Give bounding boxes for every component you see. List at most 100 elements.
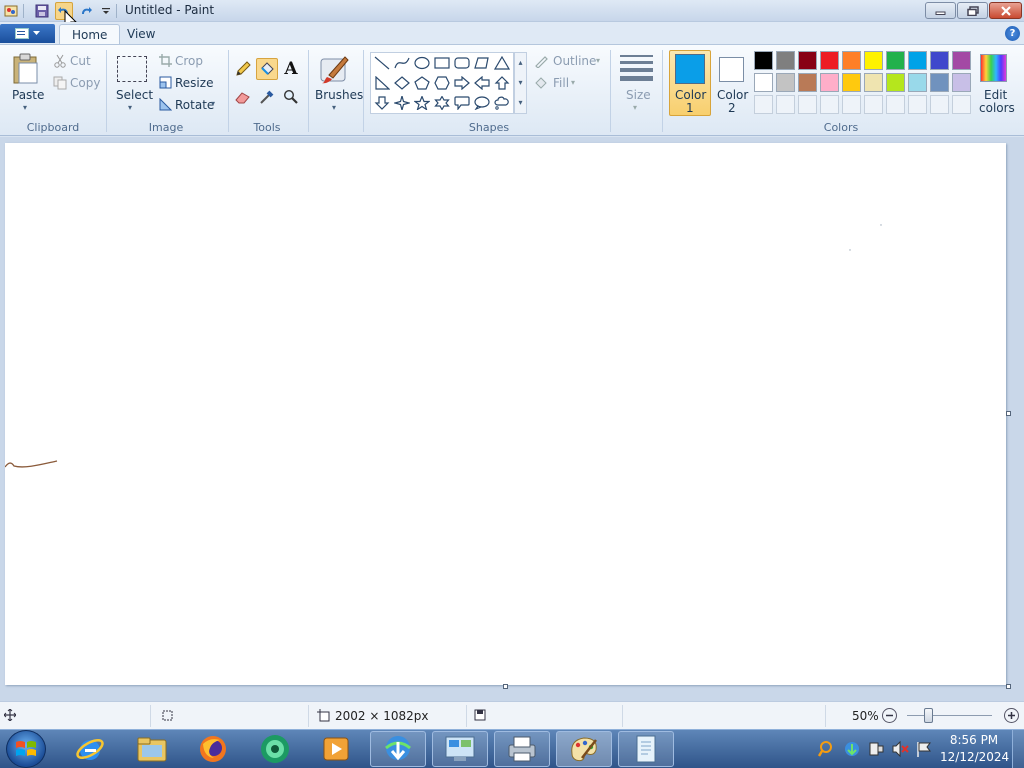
- cloud-callout-shape-icon[interactable]: [493, 95, 511, 111]
- palette-swatch[interactable]: [820, 51, 839, 70]
- six-point-star-shape-icon[interactable]: [433, 95, 451, 111]
- resize-button[interactable]: Resize: [175, 76, 213, 90]
- palette-swatch[interactable]: [864, 51, 883, 70]
- palette-swatch[interactable]: [952, 51, 971, 70]
- edit-colors-label[interactable]: Edit: [984, 88, 1007, 102]
- edit-colors-label-2[interactable]: colors: [979, 101, 1015, 115]
- color1-swatch[interactable]: [675, 54, 705, 84]
- line-shape-icon[interactable]: [373, 55, 391, 71]
- edit-colors-icon[interactable]: [980, 54, 1007, 82]
- help-icon[interactable]: ?: [1005, 26, 1020, 41]
- paint-menu-button[interactable]: [0, 24, 55, 43]
- palette-swatch[interactable]: [842, 73, 861, 92]
- fill-bucket-icon[interactable]: [256, 58, 278, 80]
- custom-color-slot[interactable]: [842, 95, 861, 114]
- clock-time[interactable]: 8:56 PM: [940, 733, 1008, 747]
- custom-color-slot[interactable]: [776, 95, 795, 114]
- shapes-gallery-scroller[interactable]: ▴ ▾ ▾: [514, 52, 527, 114]
- palette-swatch[interactable]: [952, 73, 971, 92]
- canvas-resize-handle-bottom[interactable]: [503, 684, 508, 689]
- palette-swatch[interactable]: [930, 51, 949, 70]
- taskbar-paint[interactable]: [556, 731, 612, 767]
- palette-swatch[interactable]: [798, 73, 817, 92]
- palette-swatch[interactable]: [886, 51, 905, 70]
- custom-color-slot[interactable]: [820, 95, 839, 114]
- paste-dropdown-arrow-icon[interactable]: ▾: [23, 103, 27, 112]
- redo-icon[interactable]: [77, 2, 95, 20]
- taskbar-control-panel[interactable]: [432, 731, 488, 767]
- tray-power-icon[interactable]: [867, 740, 885, 761]
- taskbar-media-center[interactable]: [247, 731, 303, 767]
- palette-swatch[interactable]: [798, 51, 817, 70]
- customize-quick-access-icon[interactable]: [97, 2, 115, 20]
- rounded-rectangle-shape-icon[interactable]: [453, 55, 471, 71]
- show-desktop-button[interactable]: [1012, 730, 1024, 768]
- pencil-icon[interactable]: [233, 59, 253, 79]
- palette-swatch[interactable]: [820, 73, 839, 92]
- palette-swatch[interactable]: [864, 73, 883, 92]
- canvas-resize-handle-corner[interactable]: [1006, 684, 1011, 689]
- crop-button[interactable]: Crop: [175, 54, 203, 68]
- paste-button-label[interactable]: Paste: [12, 88, 44, 102]
- palette-swatch[interactable]: [886, 73, 905, 92]
- zoom-in-button[interactable]: [1004, 708, 1019, 723]
- right-arrow-shape-icon[interactable]: [453, 75, 471, 91]
- zoom-out-button[interactable]: [882, 708, 897, 723]
- zoom-slider-track[interactable]: [907, 715, 992, 716]
- tray-volume-muted-icon[interactable]: [891, 740, 909, 761]
- palette-swatch[interactable]: [776, 51, 795, 70]
- curve-shape-icon[interactable]: [393, 55, 411, 71]
- size-dropdown-arrow-icon[interactable]: ▾: [633, 103, 637, 112]
- palette-swatch[interactable]: [908, 73, 927, 92]
- eraser-icon[interactable]: [233, 87, 253, 107]
- select-icon[interactable]: [117, 56, 147, 82]
- taskbar-idm[interactable]: [370, 731, 426, 767]
- rounded-callout-shape-icon[interactable]: [453, 95, 471, 111]
- outline-dropdown-arrow-icon[interactable]: ▾: [596, 56, 600, 65]
- brush-icon[interactable]: [318, 52, 352, 86]
- save-icon[interactable]: [33, 2, 51, 20]
- cut-button[interactable]: Cut: [70, 54, 91, 68]
- palette-swatch[interactable]: [776, 73, 795, 92]
- clock-date[interactable]: 12/12/2024: [940, 750, 1009, 764]
- start-button[interactable]: [6, 730, 46, 768]
- custom-color-slot[interactable]: [908, 95, 927, 114]
- oval-shape-icon[interactable]: [413, 55, 431, 71]
- palette-swatch[interactable]: [754, 51, 773, 70]
- minimize-button[interactable]: [925, 2, 956, 19]
- rotate-dropdown-arrow-icon[interactable]: ▾: [211, 99, 215, 108]
- drawing-canvas[interactable]: [5, 143, 1006, 685]
- palette-swatch[interactable]: [908, 51, 927, 70]
- down-arrow-shape-icon[interactable]: [373, 95, 391, 111]
- paste-icon[interactable]: [10, 52, 42, 86]
- brushes-dropdown-arrow-icon[interactable]: ▾: [332, 103, 336, 112]
- magnifier-icon[interactable]: [281, 87, 301, 107]
- canvas-resize-handle-right[interactable]: [1006, 411, 1011, 416]
- fill-dropdown-arrow-icon[interactable]: ▾: [571, 78, 575, 87]
- custom-color-slot[interactable]: [952, 95, 971, 114]
- color2-swatch[interactable]: [719, 57, 744, 82]
- taskbar-internet-explorer[interactable]: [62, 731, 118, 767]
- five-point-star-shape-icon[interactable]: [413, 95, 431, 111]
- close-button[interactable]: [989, 2, 1022, 19]
- palette-swatch[interactable]: [930, 73, 949, 92]
- oval-callout-shape-icon[interactable]: [473, 95, 491, 111]
- taskbar-explorer[interactable]: [124, 731, 180, 767]
- polygon-shape-icon[interactable]: [473, 55, 491, 71]
- palette-swatch[interactable]: [842, 51, 861, 70]
- tab-home[interactable]: Home: [59, 24, 121, 44]
- text-tool-icon[interactable]: A: [281, 59, 301, 79]
- pentagon-shape-icon[interactable]: [413, 75, 431, 91]
- custom-color-slot[interactable]: [886, 95, 905, 114]
- zoom-slider-thumb[interactable]: [924, 708, 933, 723]
- size-icon[interactable]: [620, 55, 653, 81]
- tray-idm-icon[interactable]: [843, 740, 861, 761]
- taskbar-printer[interactable]: [494, 731, 550, 767]
- hexagon-shape-icon[interactable]: [433, 75, 451, 91]
- palette-swatch[interactable]: [754, 73, 773, 92]
- four-point-star-shape-icon[interactable]: [393, 95, 411, 111]
- rectangle-shape-icon[interactable]: [433, 55, 451, 71]
- paint-app-icon[interactable]: [2, 2, 20, 20]
- outline-button[interactable]: Outline: [553, 54, 596, 68]
- brushes-button-label[interactable]: Brushes: [315, 88, 363, 102]
